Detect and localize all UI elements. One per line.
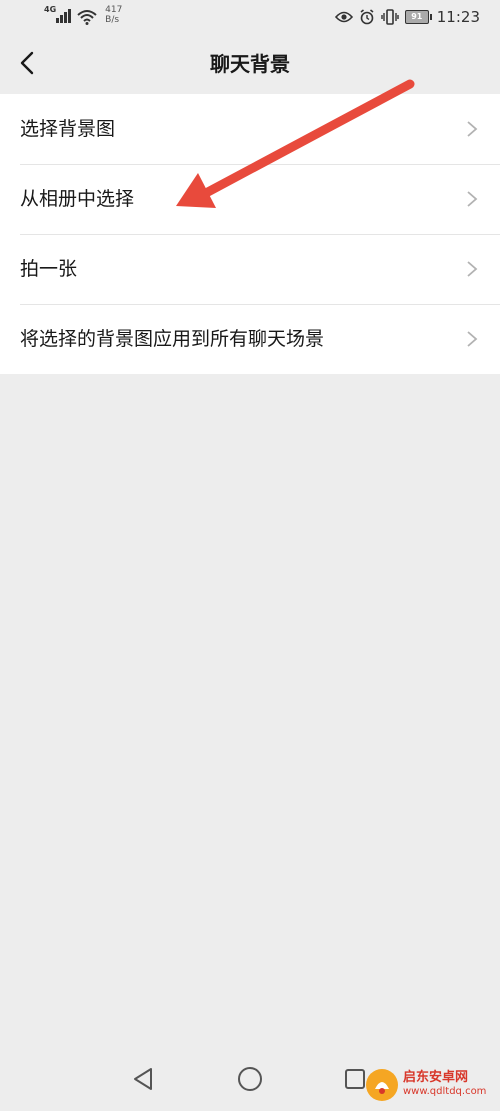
- wifi-icon: [77, 10, 97, 25]
- menu-item-choose-from-album[interactable]: 从相册中选择: [0, 164, 500, 234]
- recents-square-icon: [345, 1069, 365, 1089]
- menu-item-take-photo[interactable]: 拍一张: [0, 234, 500, 304]
- eye-icon: [334, 11, 353, 23]
- status-bar: 4G 417 B/s 91 11:23: [0, 0, 500, 34]
- menu-item-choose-background[interactable]: 选择背景图: [0, 94, 500, 164]
- vibrate-icon: [381, 9, 399, 25]
- home-circle-icon: [238, 1067, 262, 1091]
- system-home-button[interactable]: [232, 1061, 268, 1097]
- status-bar-left: 4G 417 B/s: [44, 5, 122, 29]
- watermark-brand: 启东安卓网: [403, 1070, 469, 1085]
- back-button[interactable]: [12, 48, 42, 78]
- menu-item-label: 从相册中选择: [20, 188, 135, 210]
- speed-unit: B/s: [105, 15, 120, 25]
- page-title: 聊天背景: [210, 52, 290, 76]
- watermark-url: www.qdltdq.com: [403, 1086, 487, 1097]
- navigation-bar: 聊天背景: [0, 34, 500, 94]
- menu-list: 选择背景图 从相册中选择 拍一张 将选择的背景图应用到所有聊天场景: [0, 94, 500, 374]
- menu-item-label: 选择背景图: [20, 118, 116, 140]
- battery-level: 91: [411, 12, 423, 21]
- signal-group: 4G: [44, 5, 72, 23]
- chevron-left-icon: [20, 51, 34, 75]
- chevron-right-icon: [467, 261, 478, 277]
- chevron-right-icon: [467, 121, 478, 137]
- network-type: 4G: [44, 5, 57, 14]
- network-speed: 417 B/s: [105, 5, 122, 25]
- menu-item-apply-to-all-chats[interactable]: 将选择的背景图应用到所有聊天场景: [0, 304, 500, 374]
- watermark: 启东安卓网 www.qdltdq.com: [366, 1063, 496, 1107]
- speed-value: 417: [105, 5, 123, 15]
- alarm-icon: [360, 9, 374, 25]
- status-bar-right: 91 11:23: [334, 6, 480, 28]
- clock: 11:23: [436, 8, 480, 26]
- signal-icon: [56, 7, 72, 23]
- chevron-right-icon: [467, 331, 478, 347]
- back-triangle-icon: [134, 1068, 152, 1090]
- menu-item-label: 拍一张: [20, 258, 78, 280]
- watermark-logo-icon: [366, 1069, 398, 1101]
- chevron-right-icon: [467, 191, 478, 207]
- watermark-text: 启东安卓网 www.qdltdq.com: [403, 1071, 486, 1099]
- system-back-button[interactable]: [125, 1061, 161, 1097]
- menu-item-label: 将选择的背景图应用到所有聊天场景: [20, 328, 325, 350]
- battery-icon: 91: [404, 10, 432, 24]
